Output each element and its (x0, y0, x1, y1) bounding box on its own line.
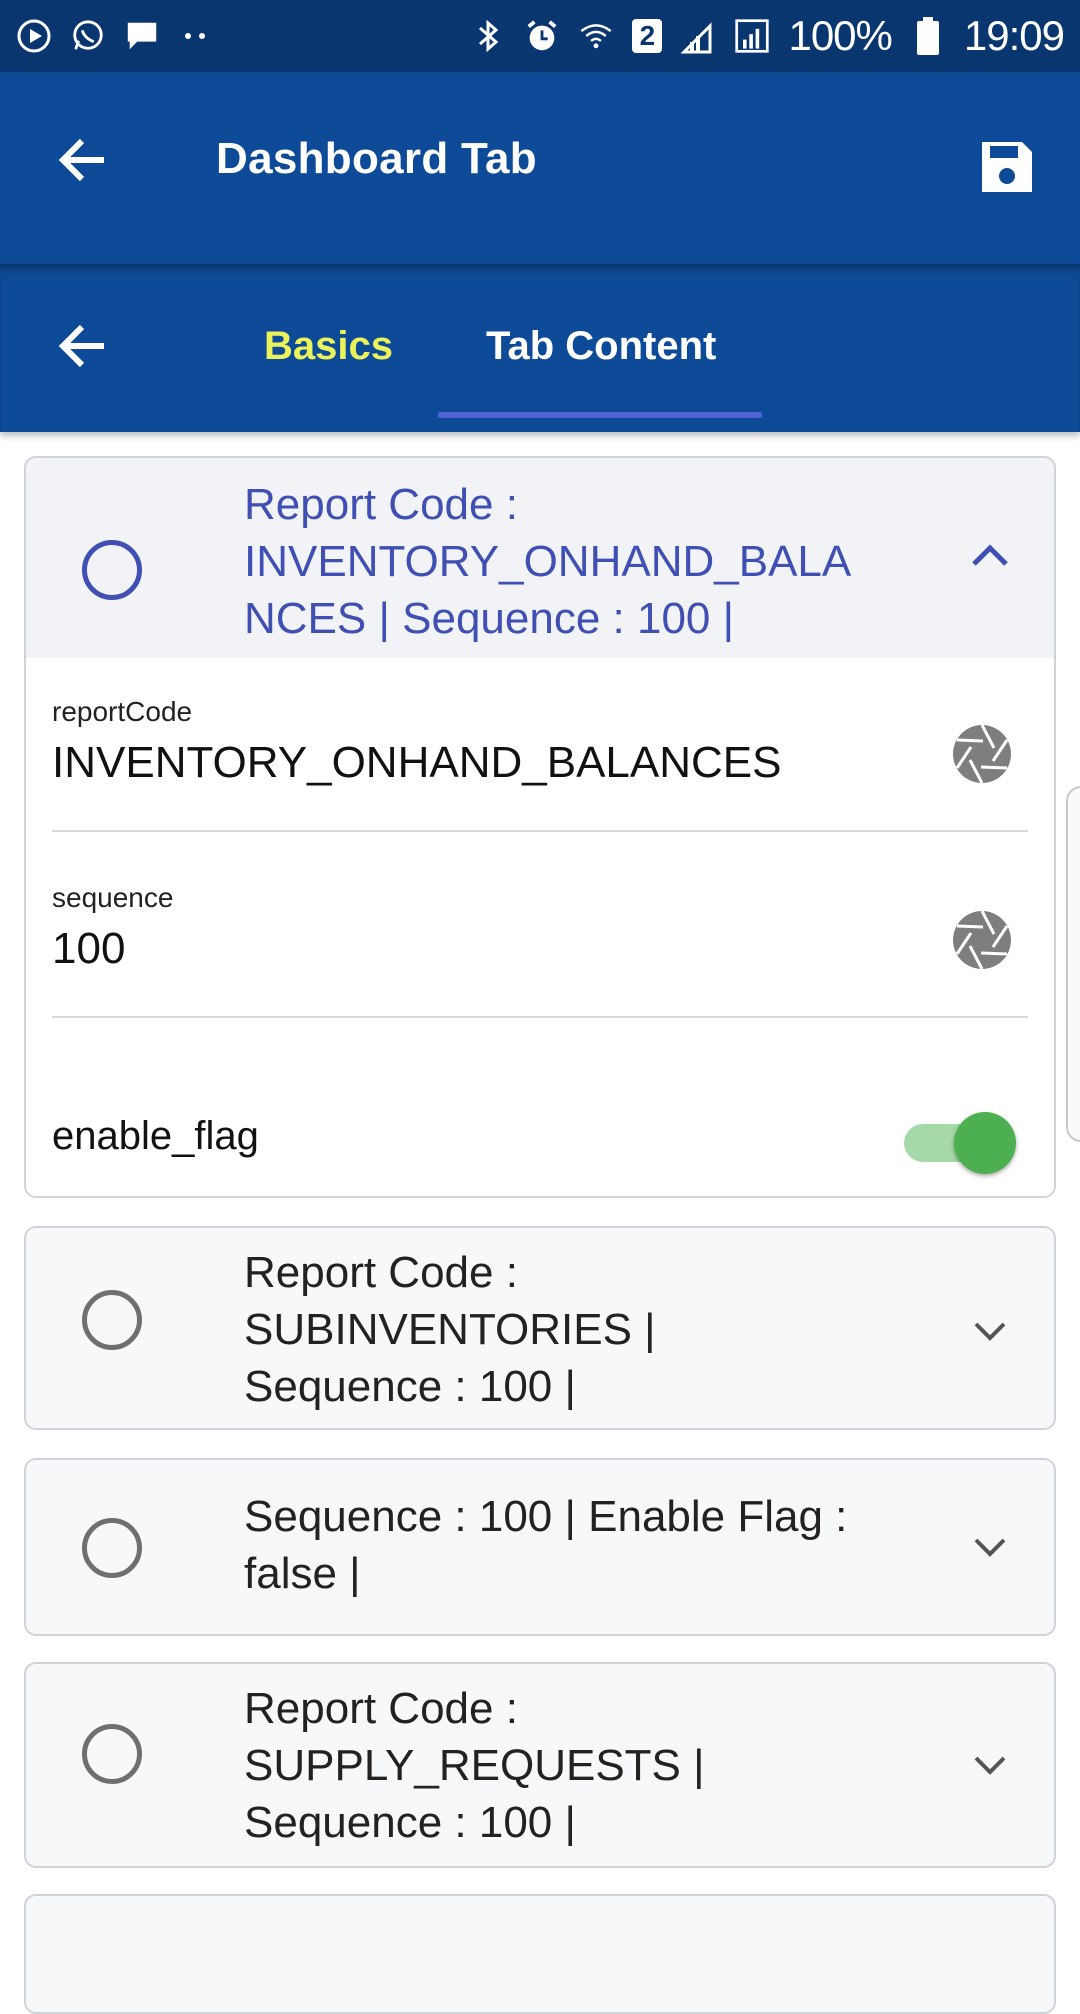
battery-icon (910, 17, 946, 55)
scroll-indicator[interactable] (1066, 786, 1080, 1142)
card-title: Report Code : INVENTORY_ONHAND_BALA NCES… (244, 480, 852, 643)
tab-basics[interactable]: Basics (264, 324, 393, 369)
field-label: sequence (52, 882, 174, 913)
page-title: Dashboard Tab (216, 134, 537, 183)
card-radio[interactable] (82, 540, 142, 600)
save-icon[interactable] (978, 138, 1036, 196)
report-code-field[interactable]: reportCode INVENTORY_ONHAND_BALANCES (52, 658, 1028, 832)
camera-aperture-icon[interactable] (952, 910, 1012, 970)
chevron-down-icon[interactable] (966, 1522, 1014, 1570)
message-icon (124, 18, 160, 54)
field-value: INVENTORY_ONHAND_BALANCES (52, 738, 782, 787)
field-label: reportCode (52, 696, 193, 727)
report-card[interactable]: Report Code : SUPPLY_REQUESTS | Sequence… (24, 1662, 1056, 1868)
chevron-down-icon[interactable] (966, 1740, 1014, 1788)
report-card[interactable]: Report Code : SUBINVENTORIES | Sequence … (24, 1226, 1056, 1430)
report-card-expanded: Report Code : INVENTORY_ONHAND_BALA NCES… (24, 456, 1056, 1198)
content-area: Report Code : INVENTORY_ONHAND_BALA NCES… (0, 432, 1080, 2014)
signal-roaming-icon (680, 18, 716, 54)
arrow-back-icon[interactable] (54, 130, 114, 190)
signal-icon (734, 18, 770, 54)
enable-flag-toggle[interactable] (904, 1106, 1016, 1174)
clock: 19:09 (963, 12, 1065, 59)
report-card[interactable]: Sequence : 100 | Enable Flag : false | (24, 1458, 1056, 1636)
wifi-icon (578, 18, 614, 54)
card-title: Sequence : 100 | Enable Flag : false | (244, 1492, 848, 1598)
card-radio[interactable] (82, 1724, 142, 1784)
sim-badge: 2 (632, 19, 663, 53)
alarm-icon (524, 18, 560, 54)
card-radio[interactable] (82, 1290, 142, 1350)
bluetooth-icon (470, 18, 506, 54)
card-radio[interactable] (82, 1518, 142, 1578)
card-title: Report Code : SUPPLY_REQUESTS | Sequence… (244, 1684, 705, 1847)
more-notifications-icon (178, 18, 214, 54)
enable-flag-label: enable_flag (52, 1114, 259, 1158)
card-title: Report Code : SUBINVENTORIES | Sequence … (244, 1248, 656, 1411)
media-icon (16, 18, 52, 54)
report-card-partial[interactable] (24, 1894, 1056, 2014)
status-bar: 2 100% 19:09 (0, 0, 1080, 72)
field-value: 100 (52, 924, 126, 973)
tab-tab-content[interactable]: Tab Content (486, 324, 716, 369)
tab-bar: Basics Tab Content (0, 264, 1080, 432)
active-tab-indicator (438, 412, 762, 418)
app-bar: Dashboard Tab (0, 72, 1080, 264)
chevron-down-icon[interactable] (966, 1306, 1014, 1354)
battery-percentage: 100% (788, 12, 892, 59)
toggle-knob (954, 1112, 1016, 1174)
camera-aperture-icon[interactable] (952, 724, 1012, 784)
sequence-field[interactable]: sequence 100 (52, 832, 1028, 1018)
chevron-up-icon[interactable] (966, 532, 1014, 580)
whatsapp-icon (70, 18, 106, 54)
arrow-back-icon[interactable] (54, 316, 114, 376)
